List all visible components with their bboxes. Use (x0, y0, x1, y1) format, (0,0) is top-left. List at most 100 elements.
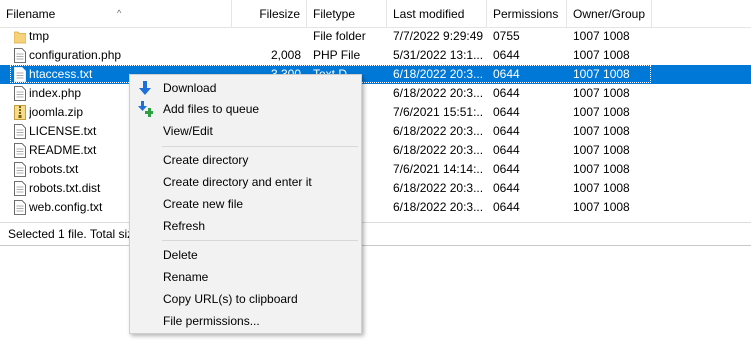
status-text: Selected 1 file. Total siz (8, 227, 134, 241)
menu-item-rename[interactable]: Rename (130, 266, 361, 288)
file-row[interactable]: joomla.zipe...7/6/2021 15:51:...06441007… (0, 103, 751, 122)
file-row[interactable]: tmp File folder 7/7/2022 9:29:49 0755 1007 1… (0, 27, 751, 46)
cell-owner: 1007 1008 (573, 29, 630, 43)
column-header-filetype[interactable]: Filetype (307, 0, 387, 27)
column-header-filename[interactable]: Filename ^ (0, 0, 232, 27)
cell-name: tmp (29, 29, 50, 43)
file-icon (14, 143, 26, 158)
cell-owner: 1007 1008 (573, 67, 630, 81)
menu-label-create-new-file: Create new file (163, 197, 244, 211)
file-row[interactable]: index.php 6/18/2022 20:3... 0644 1007 1008 (0, 84, 751, 103)
menu-label-add-to-queue: Add files to queue (163, 102, 260, 116)
cell-modified: 6/18/2022 20:3... (393, 181, 484, 195)
context-menu: Download Add files to queue View/Edit Cr… (129, 74, 362, 334)
cell-perms: 0644 (493, 67, 520, 81)
file-row[interactable]: robots.txt.dist 6/18/2022 20:3... 0644 1007… (0, 179, 751, 198)
cell-perms: 0644 (493, 124, 520, 138)
download-arrow-icon (139, 81, 151, 95)
file-row[interactable]: web.config.txt 6/18/2022 20:3... 0644 1007 … (0, 198, 751, 217)
cell-modified: 7/6/2021 14:14:... (393, 162, 484, 176)
cell-owner: 1007 1008 (573, 105, 630, 119)
sort-ascending-icon: ^ (117, 8, 122, 18)
file-row[interactable]: htaccess.txt3,300Text D...6/18/2022 20:3… (0, 65, 751, 84)
file-icon (14, 67, 26, 82)
menu-label-create-directory-enter: Create directory and enter it (163, 175, 312, 189)
column-label-permissions: Permissions (493, 7, 559, 21)
file-icon (14, 48, 26, 63)
cell-perms: 0644 (493, 162, 520, 176)
menu-item-download[interactable]: Download (130, 77, 361, 99)
cell-perms: 0644 (493, 181, 520, 195)
menu-item-delete[interactable]: Delete (130, 244, 361, 266)
column-header-filesize[interactable]: Filesize (232, 0, 307, 27)
column-label-owner-group: Owner/Group (573, 7, 646, 21)
file-icon (14, 86, 26, 101)
cell-owner: 1007 1008 (573, 48, 630, 62)
menu-label-download: Download (163, 81, 217, 95)
cell-modified: 7/6/2021 15:51:... (393, 105, 484, 119)
file-icon (14, 181, 26, 196)
file-row[interactable]: README.txt 6/18/2022 20:3... 0644 1007 1008 (0, 141, 751, 160)
cell-perms: 0644 (493, 105, 520, 119)
add-to-queue-icon (138, 101, 153, 117)
folder-icon (14, 31, 26, 44)
cell-modified: 6/18/2022 20:3... (393, 143, 484, 157)
file-icon (14, 124, 26, 139)
cell-modified: 6/18/2022 20:3... (393, 124, 484, 138)
menu-label-view-edit: View/Edit (163, 124, 213, 138)
menu-label-rename: Rename (163, 270, 209, 284)
menu-item-view-edit[interactable]: View/Edit (130, 120, 361, 142)
column-label-filetype: Filetype (313, 7, 356, 21)
menu-label-create-directory: Create directory (163, 153, 249, 167)
column-label-filesize: Filesize (259, 7, 300, 21)
cell-perms: 0644 (493, 48, 520, 62)
menu-item-refresh[interactable]: Refresh (130, 215, 361, 237)
menu-item-file-permissions[interactable]: File permissions... (130, 310, 361, 332)
file-icon (14, 200, 26, 215)
menu-item-add-to-queue[interactable]: Add files to queue (130, 98, 361, 120)
file-row[interactable]: LICENSE.txt 6/18/2022 20:3... 0644 1007 100… (0, 122, 751, 141)
cell-owner: 1007 1008 (573, 143, 630, 157)
menu-label-file-permissions: File permissions... (163, 314, 260, 328)
cell-owner: 1007 1008 (573, 200, 630, 214)
cell-owner: 1007 1008 (573, 124, 630, 138)
cell-type: PHP File (313, 48, 361, 62)
file-row[interactable]: configuration.php 2,008 PHP File 5/31/2022 … (0, 46, 751, 65)
cell-perms: 0644 (493, 86, 520, 100)
zip-icon (14, 105, 26, 120)
column-header-permissions[interactable]: Permissions (487, 0, 567, 27)
file-icon (14, 162, 26, 177)
menu-item-create-directory[interactable]: Create directory (130, 149, 361, 171)
menu-item-create-new-file[interactable]: Create new file (130, 193, 361, 215)
remote-file-list: Filename ^ Filesize Filetype Last modifi… (0, 0, 751, 246)
cell-modified: 7/7/2022 9:29:49 (393, 29, 484, 43)
cell-modified: 6/18/2022 20:3... (393, 67, 484, 81)
column-label-filename: Filename (6, 7, 56, 21)
column-label-last-modified: Last modified (393, 7, 465, 21)
file-row[interactable]: robots.txt 7/6/2021 14:14:... 0644 1007 100… (0, 160, 751, 179)
column-header-last-modified[interactable]: Last modified (387, 0, 487, 27)
cell-size (234, 27, 301, 46)
menu-label-refresh: Refresh (163, 219, 206, 233)
menu-item-create-directory-enter[interactable]: Create directory and enter it (130, 171, 361, 193)
menu-item-copy-urls[interactable]: Copy URL(s) to clipboard (130, 288, 361, 310)
menu-separator (162, 146, 358, 147)
cell-size: 2,008 (270, 48, 301, 62)
cell-perms: 0644 (493, 200, 520, 214)
cell-modified: 6/18/2022 20:3... (393, 86, 484, 100)
column-header-owner-group[interactable]: Owner/Group (567, 0, 652, 27)
cell-perms: 0644 (493, 143, 520, 157)
menu-label-delete: Delete (163, 248, 198, 262)
menu-separator (162, 240, 358, 241)
menu-label-copy-urls: Copy URL(s) to clipboard (163, 292, 298, 306)
cell-modified: 6/18/2022 20:3... (393, 200, 484, 214)
cell-modified: 5/31/2022 13:1... (393, 48, 484, 62)
cell-owner: 1007 1008 (573, 86, 630, 100)
column-header-bar: Filename ^ Filesize Filetype Last modifi… (0, 0, 751, 28)
cell-perms: 0755 (493, 29, 520, 43)
lower-pane (0, 245, 751, 357)
cell-type: File folder (313, 29, 366, 43)
cell-owner: 1007 1008 (573, 181, 630, 195)
status-bar: Selected 1 file. Total siz (0, 222, 751, 246)
cell-name: configuration.php (29, 48, 122, 62)
